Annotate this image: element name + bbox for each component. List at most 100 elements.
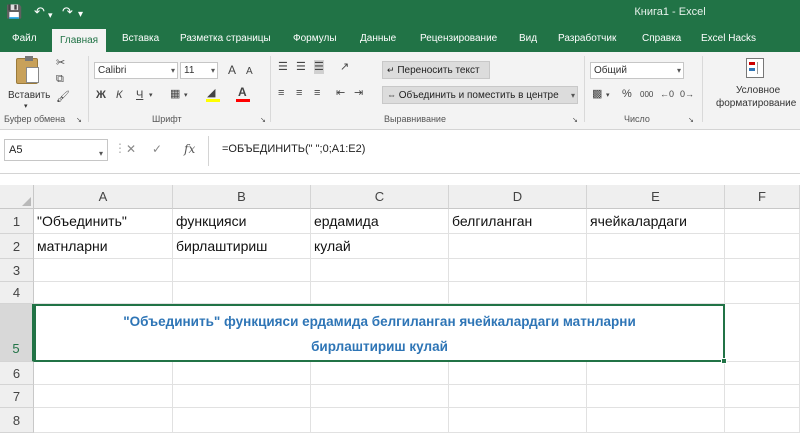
tab-developer[interactable]: Разработчик <box>558 26 616 52</box>
column-header-a[interactable]: A <box>34 185 173 209</box>
font-name-select[interactable]: Calibri ▾ <box>94 62 178 79</box>
number-launcher-icon[interactable]: ↘ <box>688 114 694 128</box>
thousands-separator-icon[interactable]: 000 <box>640 88 653 102</box>
cell-f5[interactable] <box>725 304 800 362</box>
chevron-down-icon[interactable]: ▾ <box>571 88 575 104</box>
column-header-e[interactable]: E <box>587 185 725 209</box>
row-header-4[interactable]: 4 <box>0 282 34 304</box>
column-header-c[interactable]: C <box>311 185 449 209</box>
tab-help[interactable]: Справка <box>642 26 681 52</box>
cell-b4[interactable] <box>173 282 311 304</box>
cell-b6[interactable] <box>173 362 311 385</box>
percent-icon[interactable]: % <box>622 87 632 101</box>
row-header-6[interactable]: 6 <box>0 362 34 385</box>
cell-e1[interactable]: ячейкалардаги <box>587 209 725 234</box>
cell-e8[interactable] <box>587 408 725 433</box>
conditional-formatting-button[interactable]: Условное форматирование <box>710 56 798 112</box>
paste-dropdown-icon[interactable]: ▾ <box>24 102 28 110</box>
tab-home[interactable]: Главная <box>52 29 107 52</box>
cell-f7[interactable] <box>725 385 800 408</box>
cell-f2[interactable] <box>725 234 800 259</box>
copy-icon[interactable]: ⧉ <box>56 72 64 86</box>
merged-cell-a5-e5[interactable]: "Объединить" функцияси ердамида белгилан… <box>34 304 725 362</box>
tab-file[interactable]: Файл <box>12 26 37 52</box>
decrease-indent-icon[interactable]: ⇤ <box>336 86 345 100</box>
cell-e7[interactable] <box>587 385 725 408</box>
cell-d7[interactable] <box>449 385 587 408</box>
tab-insert[interactable]: Вставка <box>122 26 159 52</box>
align-middle-icon[interactable]: ☰ <box>296 60 306 74</box>
font-launcher-icon[interactable]: ↘ <box>260 114 266 128</box>
row-header-3[interactable]: 3 <box>0 259 34 282</box>
tab-data[interactable]: Данные <box>360 26 396 52</box>
shrink-font-icon[interactable]: A <box>246 65 253 79</box>
cell-d8[interactable] <box>449 408 587 433</box>
tab-formulas[interactable]: Формулы <box>293 26 337 52</box>
cell-c8[interactable] <box>311 408 449 433</box>
cell-f1[interactable] <box>725 209 800 234</box>
align-left-icon[interactable]: ≡ <box>278 86 284 100</box>
format-painter-icon[interactable]: 🖌 <box>56 90 70 104</box>
row-header-5[interactable]: 5 <box>0 304 34 362</box>
cell-d2[interactable] <box>449 234 587 259</box>
cell-e2[interactable] <box>587 234 725 259</box>
borders-dropdown-icon[interactable]: ▾ <box>184 89 188 103</box>
cell-e3[interactable] <box>587 259 725 282</box>
wrap-text-button[interactable]: ↵ Переносить текст <box>382 61 490 79</box>
cell-c2[interactable]: кулай <box>311 234 449 259</box>
cell-a7[interactable] <box>34 385 173 408</box>
column-header-d[interactable]: D <box>449 185 587 209</box>
cell-a8[interactable] <box>34 408 173 433</box>
cell-b2[interactable]: бирлаштириш <box>173 234 311 259</box>
fill-handle[interactable] <box>721 358 727 364</box>
cell-a2[interactable]: матнларни <box>34 234 173 259</box>
column-header-b[interactable]: B <box>173 185 311 209</box>
cell-f3[interactable] <box>725 259 800 282</box>
decrease-decimal-icon[interactable]: 0→ <box>680 87 694 101</box>
increase-indent-icon[interactable]: ⇥ <box>354 86 363 100</box>
borders-icon[interactable]: ▦ <box>170 87 180 101</box>
paste-button[interactable]: Вставить ▾ <box>6 56 50 110</box>
row-header-7[interactable]: 7 <box>0 385 34 408</box>
worksheet[interactable]: A B C D E F 1 2 3 4 5 6 7 8 "Объединить"… <box>0 174 800 433</box>
cut-icon[interactable]: ✂ <box>56 56 65 70</box>
underline-dropdown-icon[interactable]: ▾ <box>149 89 153 103</box>
cell-c4[interactable] <box>311 282 449 304</box>
cell-a6[interactable] <box>34 362 173 385</box>
select-all-button[interactable] <box>0 185 34 209</box>
font-size-select[interactable]: 11 ▾ <box>180 62 218 79</box>
cell-d6[interactable] <box>449 362 587 385</box>
cell-e6[interactable] <box>587 362 725 385</box>
cell-b7[interactable] <box>173 385 311 408</box>
cell-f4[interactable] <box>725 282 800 304</box>
tab-page-layout[interactable]: Разметка страницы <box>180 26 271 52</box>
cell-b3[interactable] <box>173 259 311 282</box>
cell-a4[interactable] <box>34 282 173 304</box>
cell-c1[interactable]: ердамида <box>311 209 449 234</box>
enter-icon[interactable]: ✓ <box>152 142 162 156</box>
cell-a3[interactable] <box>34 259 173 282</box>
cell-a1[interactable]: "Объединить" <box>34 209 173 234</box>
currency-dropdown-icon[interactable]: ▾ <box>606 89 610 103</box>
cell-d4[interactable] <box>449 282 587 304</box>
merge-center-button[interactable]: ⇔ Объединить и поместить в центре ▾ <box>382 86 578 104</box>
insert-function-icon[interactable]: fx <box>184 142 195 156</box>
tab-excel-hacks[interactable]: Excel Hacks <box>701 26 756 52</box>
cell-f8[interactable] <box>725 408 800 433</box>
italic-button[interactable]: К <box>116 88 122 102</box>
align-right-icon[interactable]: ≡ <box>314 86 320 100</box>
increase-decimal-icon[interactable]: ←0 <box>660 87 674 101</box>
row-header-8[interactable]: 8 <box>0 408 34 433</box>
tab-review[interactable]: Рецензирование <box>420 26 497 52</box>
formula-input[interactable]: =ОБЪЕДИНИТЬ(" ";0;A1:E2) <box>222 143 365 155</box>
number-format-select[interactable]: Общий ▾ <box>590 62 684 79</box>
name-box[interactable]: A5 ▾ <box>4 139 108 161</box>
cell-d3[interactable] <box>449 259 587 282</box>
bold-button[interactable]: Ж <box>96 88 106 102</box>
cell-f6[interactable] <box>725 362 800 385</box>
align-bottom-icon[interactable]: ☰ <box>314 60 324 74</box>
row-header-1[interactable]: 1 <box>0 209 34 234</box>
underline-button[interactable]: Ч <box>136 88 143 102</box>
cell-d1[interactable]: белгиланган <box>449 209 587 234</box>
font-color-icon[interactable]: A <box>236 85 250 102</box>
